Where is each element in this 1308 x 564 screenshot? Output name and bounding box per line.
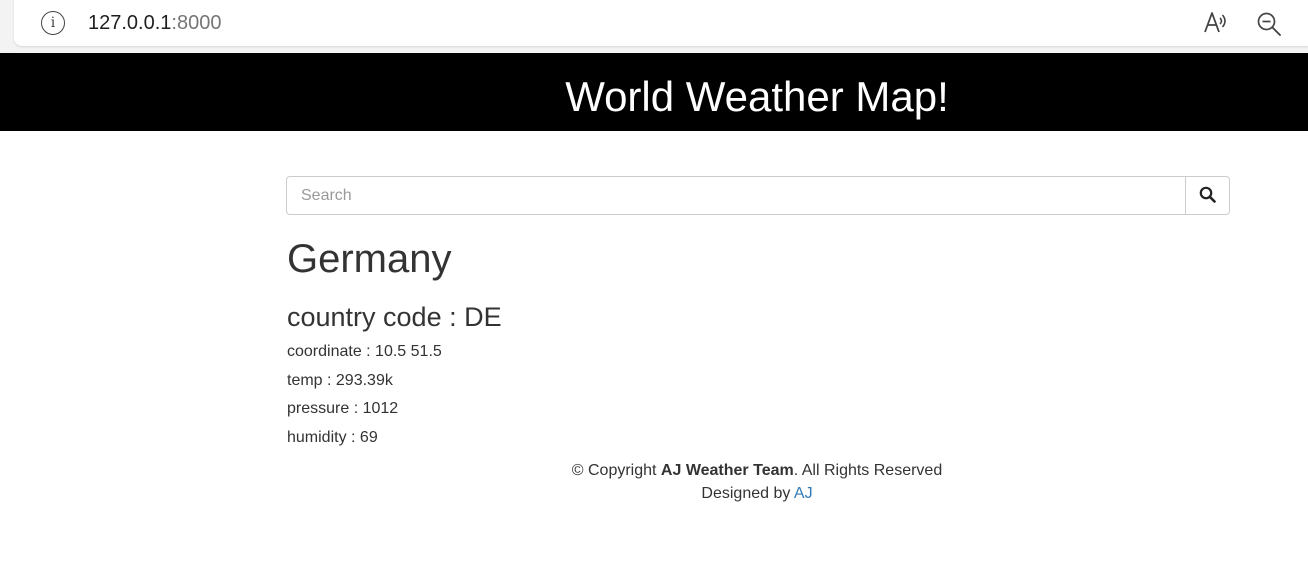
read-aloud-icon[interactable]: [1202, 10, 1230, 36]
copyright-prefix: © Copyright: [571, 462, 661, 479]
designer-link[interactable]: AJ: [794, 485, 813, 502]
copyright-line: © Copyright AJ Weather Team. All Rights …: [287, 459, 1227, 482]
site-title: World Weather Map!: [565, 73, 949, 120]
temperature-value: temp : 293.39k: [287, 371, 393, 389]
weather-result: Germany country code : DE coordinate : 1…: [287, 232, 1227, 448]
search-input[interactable]: [286, 176, 1185, 215]
address-bar[interactable]: i 127.0.0.1:8000: [14, 0, 1308, 46]
humidity-value: humidity : 69: [287, 428, 378, 446]
copyright-suffix: . All Rights Reserved: [793, 462, 943, 479]
coordinate-value: coordinate : 10.5 51.5: [287, 343, 442, 360]
url-text[interactable]: 127.0.0.1:8000: [88, 10, 221, 36]
pressure-value: pressure : 1012: [287, 400, 399, 418]
site-header: World Weather Map!: [0, 53, 1308, 131]
browser-toolbar: i 127.0.0.1:8000: [0, 0, 1308, 53]
country-name: Germany: [287, 237, 452, 281]
url-port: :8000: [171, 12, 222, 34]
country-code: country code : DE: [287, 302, 502, 332]
zoom-out-icon[interactable]: [1256, 11, 1282, 37]
designed-by-label: Designed by: [701, 485, 794, 502]
search-icon: [1199, 186, 1216, 206]
search-form: [286, 176, 1230, 215]
url-host: 127.0.0.1: [88, 12, 172, 34]
team-name: AJ Weather Team: [660, 462, 794, 479]
page-footer: © Copyright AJ Weather Team. All Rights …: [287, 459, 1227, 505]
weather-details: coordinate : 10.5 51.5 temp : 293.39k pr…: [287, 342, 1227, 448]
search-button[interactable]: [1185, 176, 1230, 215]
credits-line: Designed by AJ: [287, 482, 1227, 505]
info-icon[interactable]: i: [41, 11, 65, 35]
